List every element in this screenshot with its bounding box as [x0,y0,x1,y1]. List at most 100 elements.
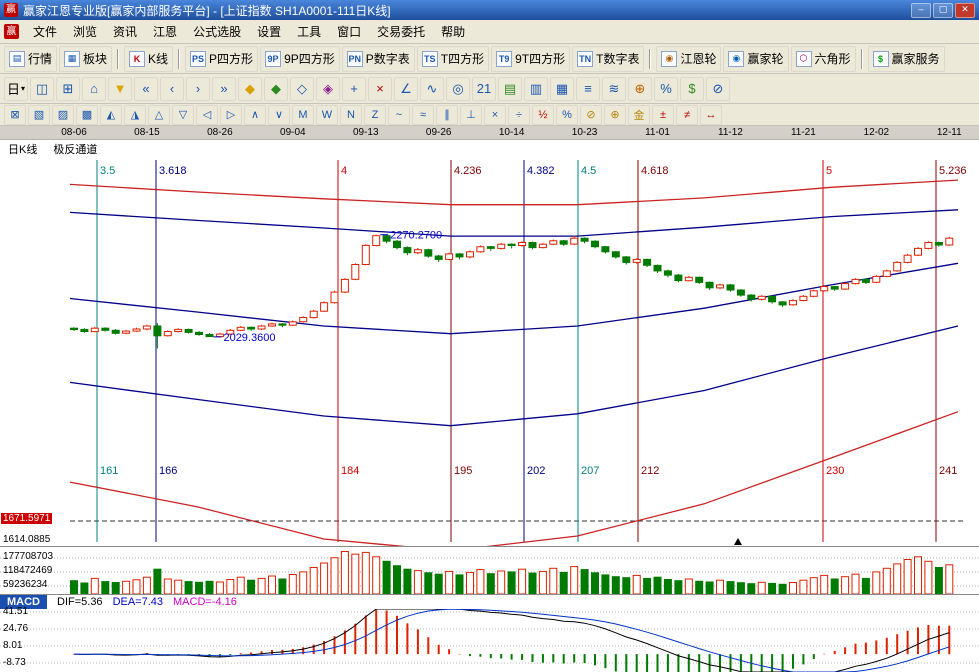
macd-pane[interactable]: 41.5124.768.01-8.73 [0,609,979,672]
circle-slash-icon[interactable]: ⊘ [580,105,602,125]
toolbar-button-label: 9T四方形 [515,50,565,67]
filter-icon[interactable]: ▼ [108,77,132,101]
not-equal-icon[interactable]: ≠ [676,105,698,125]
ratio-icon[interactable]: % [556,105,578,125]
triangle-up-icon[interactable]: △ [148,105,170,125]
toolbar-button-kline[interactable]: KK线 [124,46,173,72]
title-bar: 赢 赢家江恩专业版[赢家内部服务平台] - [上证指数 SH1A0001-111… [0,0,979,20]
toolbar-button-label: T四方形 [441,50,484,67]
m-pattern-icon[interactable]: M [292,105,314,125]
diamond-purple-icon[interactable]: ◈ [316,77,340,101]
triangle-right-icon[interactable]: ◮ [124,105,146,125]
minimize-button[interactable]: – [911,3,931,18]
menu-item-2[interactable]: 资讯 [105,23,145,41]
toolbar-button-quotes[interactable]: ▤行情 [4,46,57,72]
angle-icon[interactable]: ∠ [394,77,418,101]
toolbar-button-t-square[interactable]: TST四方形 [417,46,489,72]
diamond-green-icon[interactable]: ◆ [264,77,288,101]
toolbar-button-label: P数字表 [366,50,410,67]
volume-pane[interactable]: 17770870311847246959236234 [0,546,979,595]
diamond-gold-icon[interactable]: ◆ [238,77,262,101]
crosshair-icon[interactable]: + [342,77,366,101]
toolbar-button-p9-square[interactable]: 9P9P四方形 [260,46,340,72]
tilde-icon[interactable]: ~ [388,105,410,125]
toolbar-button-sectors[interactable]: ▦板块 [59,46,112,72]
table-green-icon[interactable]: ▤ [498,77,522,101]
z-pattern-icon[interactable]: Z [364,105,386,125]
menu-item-0[interactable]: 文件 [25,23,65,41]
toolbar-button-p-number[interactable]: PNP数字表 [342,46,415,72]
period-selector[interactable]: 日▾ [4,77,28,101]
cross-icon[interactable]: × [484,105,506,125]
waves-icon[interactable]: ≋ [602,77,626,101]
gann-count-label: 184 [341,465,359,477]
menu-item-3[interactable]: 江恩 [145,23,185,41]
first-bar-icon[interactable]: « [134,77,158,101]
approx-icon[interactable]: ≈ [412,105,434,125]
kline-pane[interactable]: 3.51613.61816641844.2361954.3822024.5207… [0,140,979,546]
menu-item-9[interactable]: 帮助 [433,23,473,41]
split-window-icon[interactable]: ◫ [30,77,54,101]
arrow-left-icon[interactable]: ◁ [196,105,218,125]
home-icon[interactable]: ⌂ [82,77,106,101]
arrow-right-icon[interactable]: ▷ [220,105,242,125]
diamond-blue-icon[interactable]: ◇ [290,77,314,101]
toolbar-button-service[interactable]: $赢家服务 [868,46,945,72]
triangle-down-icon[interactable]: ▽ [172,105,194,125]
perpendicular-icon[interactable]: ⊥ [460,105,482,125]
wave-icon[interactable]: ∿ [420,77,444,101]
zoom-icon[interactable]: ◎ [446,77,470,101]
calendar-icon[interactable]: 21 [472,77,496,101]
prev-bar-icon[interactable]: ‹ [160,77,184,101]
toolbar-button-gann-wheel[interactable]: ◉江恩轮 [656,46,721,72]
toolbar-button-t-number[interactable]: TNT数字表 [572,46,644,72]
triangle-left-icon[interactable]: ◭ [100,105,122,125]
parallel-icon[interactable]: ∥ [436,105,458,125]
peak-icon[interactable]: ∧ [244,105,266,125]
toolbar-button-p-square[interactable]: PSP四方形 [185,46,258,72]
toolbar-button-hexagon[interactable]: ⬡六角形 [791,46,856,72]
toolbar-separator [117,49,119,69]
grid-icon[interactable]: ⊞ [56,77,80,101]
maximize-button[interactable]: ▢ [933,3,953,18]
menu-item-6[interactable]: 工具 [289,23,329,41]
date-label: 09-13 [353,127,379,138]
volume-canvas[interactable] [0,547,979,595]
circle-plus-icon[interactable]: ⊕ [604,105,626,125]
gann-box-icon[interactable]: ⊠ [4,105,26,125]
range-icon[interactable]: ↔ [700,105,722,125]
menu-item-4[interactable]: 公式选股 [185,23,249,41]
plus-minus-icon[interactable]: ± [652,105,674,125]
menu-item-8[interactable]: 交易委托 [369,23,433,41]
percent-icon[interactable]: % [654,77,678,101]
table-grid-icon[interactable]: ▦ [550,77,574,101]
shade-right-icon[interactable]: ▨ [52,105,74,125]
macd-canvas[interactable] [0,609,979,672]
kline-canvas[interactable]: 3.51613.61816641844.2361954.3822024.5207… [0,140,979,546]
close-button[interactable]: ✕ [955,3,975,18]
table-cols-icon[interactable]: ▥ [524,77,548,101]
shade-grid-icon[interactable]: ▩ [76,105,98,125]
toolbar-button-t9-square[interactable]: T99T四方形 [491,46,570,72]
w-pattern-icon[interactable]: W [316,105,338,125]
money-icon[interactable]: $ [680,77,704,101]
next-bar-icon[interactable]: › [186,77,210,101]
list-icon[interactable]: ≡ [576,77,600,101]
delete-icon[interactable]: × [368,77,392,101]
target-icon[interactable]: ⊕ [628,77,652,101]
last-bar-icon[interactable]: » [212,77,236,101]
gann-count-label: 207 [581,465,599,477]
menu-item-7[interactable]: 窗口 [329,23,369,41]
divide-icon[interactable]: ÷ [508,105,530,125]
half-icon[interactable]: ½ [532,105,554,125]
menu-item-1[interactable]: 浏览 [65,23,105,41]
toolbar-button-winner-wheel[interactable]: ◉赢家轮 [723,46,788,72]
gold-icon[interactable]: 金 [628,105,650,125]
n-pattern-icon[interactable]: N [340,105,362,125]
menu-item-5[interactable]: 设置 [249,23,289,41]
macd-axis-label: 41.51 [3,606,28,617]
valley-icon[interactable]: ∨ [268,105,290,125]
gann-count-label: 166 [159,465,177,477]
shade-left-icon[interactable]: ▧ [28,105,50,125]
disable-icon[interactable]: ⊘ [706,77,730,101]
